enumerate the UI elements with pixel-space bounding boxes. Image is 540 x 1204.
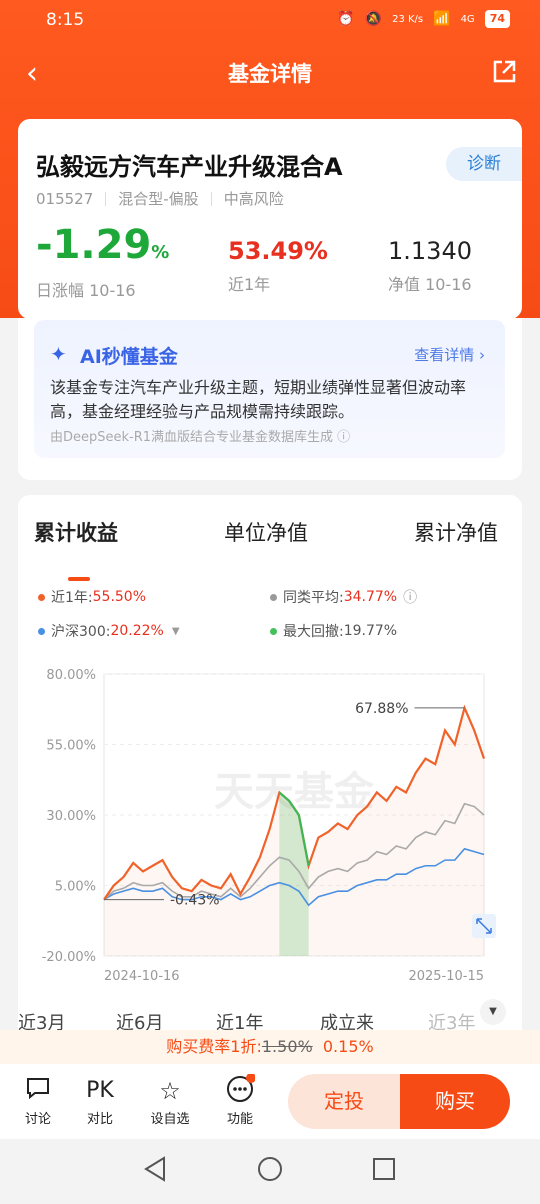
legend-fund-value: 55.50% <box>92 589 147 605</box>
star-plus-icon: ☆ <box>159 1077 181 1105</box>
alarm-icon: ⏰ <box>337 11 355 27</box>
compare-label: 对比 <box>86 1112 113 1127</box>
year-return-stat: 53.49% 近1年 <box>228 237 328 295</box>
share-icon[interactable] <box>490 58 518 90</box>
wifi-icon: 📶 <box>433 11 451 27</box>
legend-hs300-label: 沪深300: <box>51 624 111 640</box>
more-periods-icon[interactable]: ▼ <box>480 999 506 1025</box>
discuss-label: 讨论 <box>24 1112 51 1127</box>
max-annotation-label: 67.88% <box>355 701 408 717</box>
return-chart[interactable]: 80.00% 55.00% 30.00% 5.00% -20.00% 2024-10-16… <box>18 660 522 990</box>
home-circle-icon[interactable] <box>258 1157 282 1181</box>
add-watchlist-button[interactable]: ☆ 设自选 <box>140 1074 200 1127</box>
ai-summary-card[interactable]: ✦ AI秒懂基金 查看详情 › 该基金专注汽车产业升级主题，短期业绩弹性显著但波… <box>34 320 505 458</box>
fund-name: 弘毅远方汽车产业升级混合A <box>36 153 343 181</box>
period-1y[interactable]: 近1年 <box>194 985 286 1035</box>
y-tick-label: 5.00% <box>55 880 96 895</box>
year-return-label: 近1年 <box>228 275 271 294</box>
legend-fund-dot <box>38 593 45 601</box>
back-triangle-icon[interactable] <box>144 1156 165 1182</box>
discuss-button[interactable]: 讨论 <box>8 1074 68 1127</box>
y-tick-label: 80.00% <box>46 668 96 683</box>
bottom-action-bar: 讨论 PK 对比 ☆ 设自选 功能 定投 购买 <box>0 1064 540 1139</box>
chat-bubble-icon <box>8 1074 68 1108</box>
mute-icon: 🔕 <box>364 11 383 27</box>
info-icon[interactable]: ⓘ <box>337 430 350 445</box>
legend-hs300-value: 20.22% <box>110 623 164 639</box>
fixed-investment-button[interactable]: 定投 <box>288 1074 400 1129</box>
compare-button[interactable]: PK 对比 <box>70 1074 130 1127</box>
buy-button[interactable]: 购买 <box>400 1074 510 1129</box>
y-tick-label: 30.00% <box>46 809 96 824</box>
more-dots-icon <box>210 1073 270 1108</box>
dropdown-icon: ▼ <box>171 625 180 637</box>
y-tick-label: 55.00% <box>46 739 96 754</box>
fund-type: 混合型-偏股 <box>118 190 199 208</box>
fund-meta: 015527 混合型-偏股 中高风险 <box>36 188 284 209</box>
functions-label: 功能 <box>226 1112 253 1127</box>
x-tick-start: 2024-10-16 <box>104 969 180 984</box>
fund-code: 015527 <box>36 189 94 208</box>
legend-category-avg: 同类平均: 34.77% ⓘ <box>270 587 417 607</box>
day-change-stat: -1.29% 日涨幅 10-16 <box>36 225 170 301</box>
fund-risk: 中高风险 <box>223 190 284 208</box>
signal-label: 4G <box>460 13 475 25</box>
status-bar: 8:15 ⏰ 🔕 23 K/s 📶 4G 74 <box>0 0 540 40</box>
y-tick-label: -20.00% <box>42 950 96 965</box>
tab-cumulative-nav[interactable]: 累计净值 <box>414 517 498 547</box>
legend-avg-label: 同类平均: <box>283 590 344 606</box>
legend-hs300[interactable]: 沪深300: 20.22% ▼ <box>38 621 180 641</box>
ai-source-note: 由DeepSeek-R1满血版结合专业基金数据库生成 ⓘ <box>50 426 350 445</box>
clock: 8:15 <box>46 10 85 30</box>
legend-fund: 近1年: 55.50% <box>38 587 146 607</box>
year-return-value: 53.49% <box>228 237 328 265</box>
ai-summary-text: 该基金专注汽车产业升级主题，短期业绩弹性显著但波动率高，基金经理经验与产品规模需… <box>50 378 467 421</box>
active-tab-indicator <box>68 577 90 581</box>
tab-cumulative-return[interactable]: 累计收益 <box>34 517 118 547</box>
info-icon[interactable]: ⓘ <box>403 587 417 607</box>
diagnose-button[interactable]: 诊断 <box>446 147 522 181</box>
legend-hs300-dot <box>38 627 45 635</box>
ai-title: AI秒懂基金 <box>80 346 178 368</box>
nav-label: 净值 10-16 <box>388 275 472 294</box>
fee-original: 1.50% <box>261 1037 313 1056</box>
legend-drawdown-dot <box>270 627 277 635</box>
chart-card: 累计收益 单位净值 累计净值 近1年: 55.50% 同类平均: 34.77% ⓘ … <box>18 495 522 1065</box>
net-speed: 23 K/s <box>392 13 424 25</box>
view-details-link[interactable]: 查看详情 › <box>414 344 485 365</box>
view-details-label: 查看详情 <box>414 346 475 364</box>
ai-source-text: 由DeepSeek-R1满血版结合专业基金数据库生成 <box>50 430 334 445</box>
fee-prefix: 购买费率1折: <box>166 1037 262 1056</box>
legend-drawdown-value: 19.77% <box>343 623 398 639</box>
day-change-label: 日涨幅 10-16 <box>36 281 136 300</box>
x-tick-end: 2025-10-15 <box>408 969 484 984</box>
day-change-value: -1.29 <box>36 222 152 268</box>
nav-bar: ‹ 基金详情 <box>0 50 540 94</box>
watchlist-label: 设自选 <box>150 1112 190 1127</box>
day-change-unit: % <box>151 242 170 263</box>
nav-stat: 1.1340 净值 10-16 <box>388 237 472 295</box>
chevron-right-icon: › <box>479 346 485 364</box>
battery-indicator: 74 <box>484 10 510 28</box>
nav-value: 1.1340 <box>388 237 472 265</box>
sparkle-icon: ✦ <box>50 342 67 366</box>
legend-avg-value: 34.77% <box>343 589 398 605</box>
fee-rate-bar: 购买费率1折:1.50% 0.15% <box>0 1030 540 1064</box>
tab-unit-nav[interactable]: 单位净值 <box>224 517 308 547</box>
functions-button[interactable]: 功能 <box>210 1073 270 1127</box>
legend-avg-dot <box>270 593 277 601</box>
min-annotation-label: -0.43% <box>170 893 220 909</box>
system-nav-bar <box>0 1139 540 1200</box>
legend-max-drawdown: 最大回撤: 19.77% <box>270 621 397 641</box>
fund-summary-card: 弘毅远方汽车产业升级混合A 诊断 015527 混合型-偏股 中高风险 -1.2… <box>18 119 522 319</box>
recents-square-icon[interactable] <box>373 1158 395 1180</box>
legend-drawdown-label: 最大回撤: <box>283 624 344 640</box>
pk-icon: PK <box>86 1078 114 1103</box>
page-title: 基金详情 <box>228 62 312 86</box>
fee-current: 0.15% <box>322 1037 374 1056</box>
legend-fund-label: 近1年: <box>51 590 93 606</box>
